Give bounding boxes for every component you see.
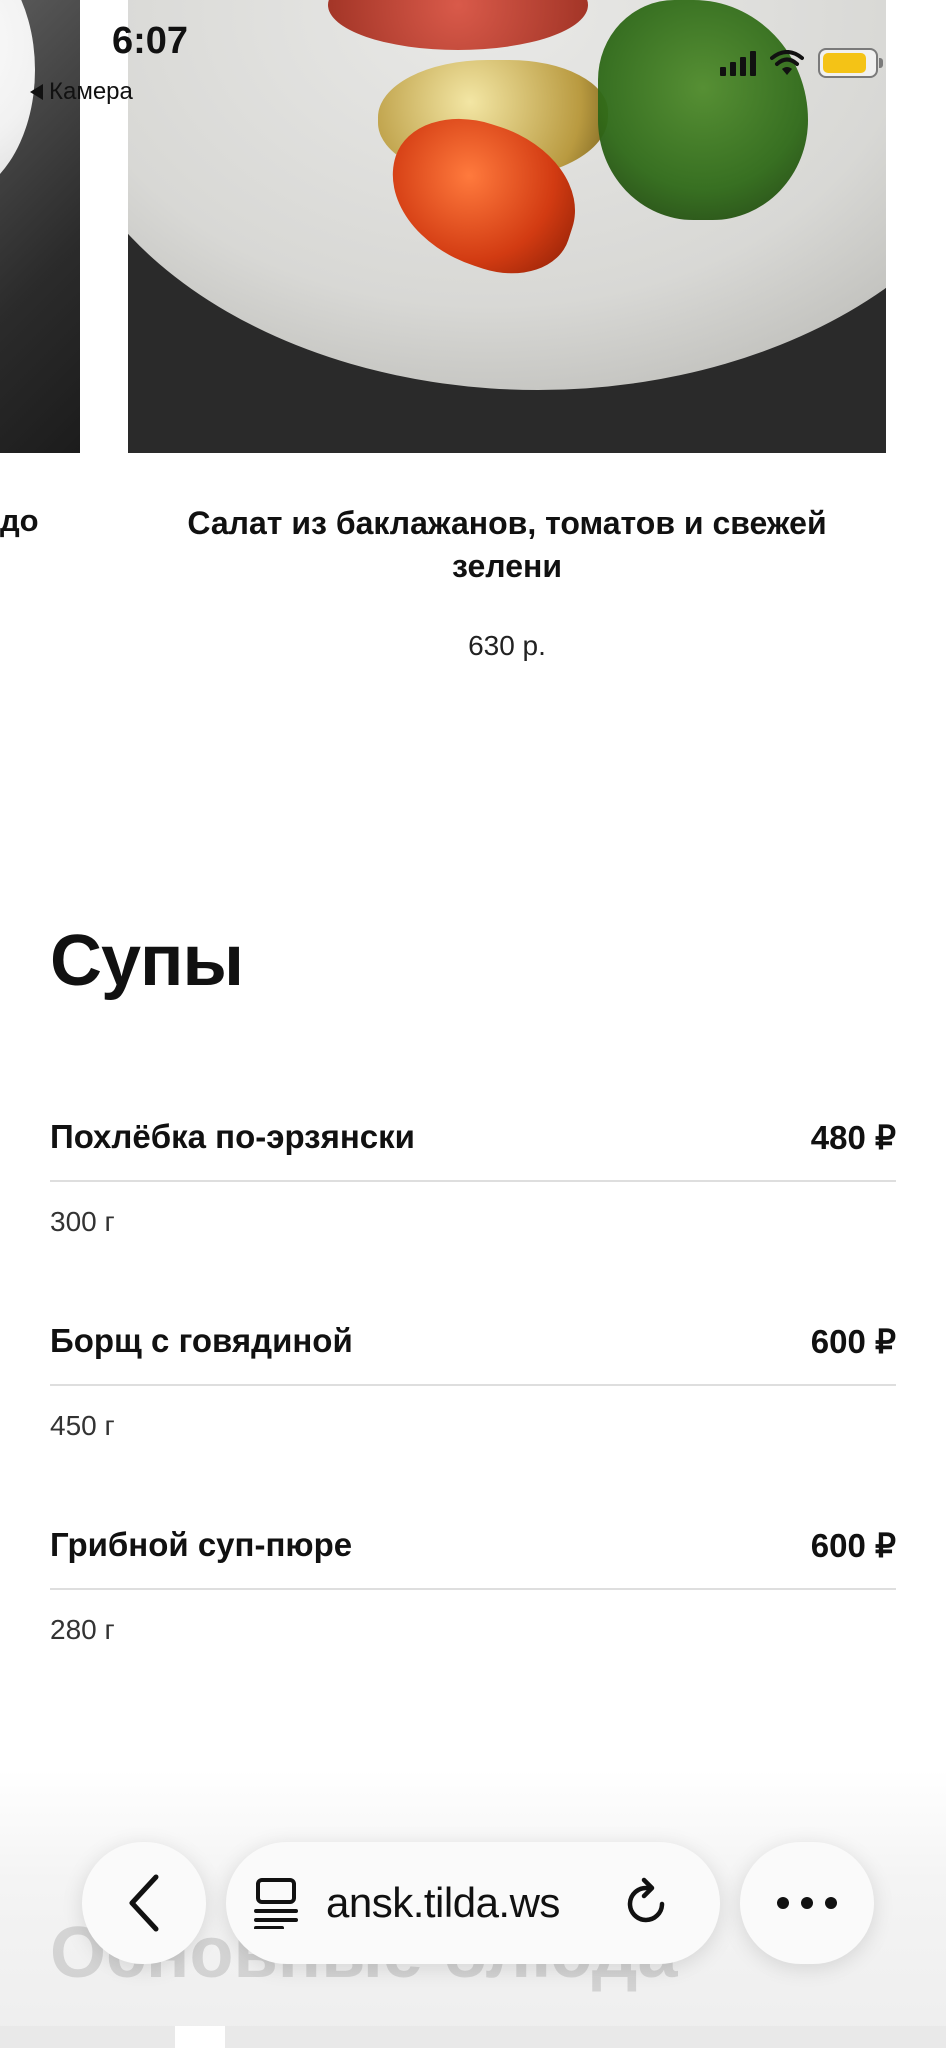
url-text[interactable]: ansk.tilda.ws bbox=[326, 1879, 596, 1927]
menu-item[interactable]: Борщ с говядиной 600 ₽ 450 г bbox=[50, 1316, 896, 1442]
browser-back-button[interactable] bbox=[82, 1842, 206, 1964]
address-bar[interactable]: ansk.tilda.ws bbox=[226, 1842, 720, 1964]
browser-more-button[interactable] bbox=[740, 1842, 874, 1964]
menu-item-name: Борщ с говядиной bbox=[50, 1322, 353, 1359]
back-to-app-label: Камера bbox=[49, 78, 133, 105]
battery-level bbox=[823, 53, 866, 73]
back-icon bbox=[124, 1873, 164, 1933]
product-price: 630 р. bbox=[468, 630, 546, 661]
reader-icon[interactable] bbox=[252, 1877, 300, 1929]
divider bbox=[50, 1588, 896, 1590]
previous-product-image[interactable] bbox=[0, 0, 80, 453]
menu-item-weight: 450 г bbox=[50, 1410, 115, 1441]
menu-item-price: 600 ₽ bbox=[810, 1322, 896, 1360]
wifi-icon bbox=[770, 50, 804, 76]
divider bbox=[50, 1384, 896, 1386]
reload-icon[interactable] bbox=[622, 1876, 672, 1930]
section-title-soups: Супы bbox=[50, 921, 244, 1001]
menu-item-price: 600 ₽ bbox=[810, 1526, 896, 1564]
product-title[interactable]: Салат из баклажанов, томатов и свежей зе… bbox=[128, 502, 886, 588]
back-to-app-link[interactable]: Камера bbox=[30, 78, 133, 106]
menu-item-weight: 300 г bbox=[50, 1206, 115, 1237]
cellular-signal-icon bbox=[720, 50, 756, 76]
battery-icon bbox=[818, 48, 883, 78]
status-time: 6:07 bbox=[112, 20, 189, 62]
menu-item[interactable]: Похлёбка по-эрзянски 480 ₽ 300 г bbox=[50, 1112, 896, 1238]
back-triangle-icon bbox=[30, 84, 43, 100]
menu-item-weight: 280 г bbox=[50, 1614, 115, 1645]
next-section-image-strip bbox=[0, 2026, 946, 2048]
status-icons bbox=[720, 48, 883, 78]
menu-item-name: Похлёбка по-эрзянски bbox=[50, 1118, 415, 1155]
more-icon bbox=[775, 1895, 839, 1911]
menu-item-name: Грибной суп-пюре bbox=[50, 1526, 353, 1563]
menu-item[interactable]: Грибной суп-пюре 600 ₽ 280 г bbox=[50, 1520, 896, 1646]
divider bbox=[50, 1180, 896, 1182]
previous-product-title[interactable]: до bbox=[0, 503, 39, 539]
menu-item-price: 480 ₽ bbox=[810, 1118, 896, 1156]
